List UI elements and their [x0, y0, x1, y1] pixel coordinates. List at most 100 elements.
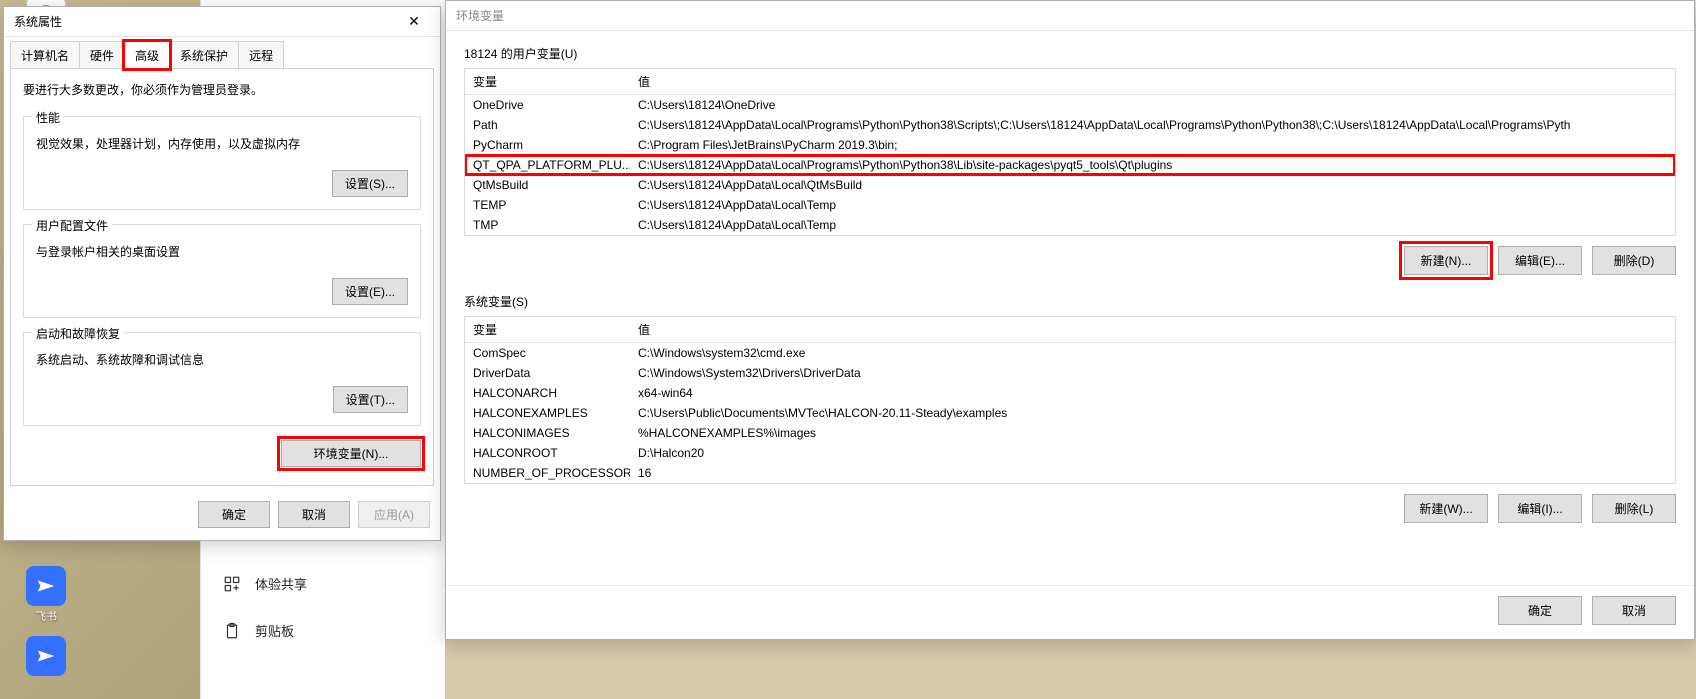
dialog-title: 环境变量: [456, 7, 504, 24]
var-value: D:\Halcon20: [630, 443, 1675, 463]
ok-button[interactable]: 确定: [198, 501, 270, 528]
sys-vars-table[interactable]: 变量 值 ComSpecC:\Windows\system32\cmd.exeD…: [464, 316, 1676, 484]
var-name: QT_QPA_PLATFORM_PLU...: [465, 155, 630, 175]
tab-advanced-body: 要进行大多数更改，你必须作为管理员登录。 性能 视觉效果，处理器计划，内存使用，…: [10, 68, 434, 486]
group-performance: 性能 视觉效果，处理器计划，内存使用，以及虚拟内存 设置(S)...: [23, 116, 421, 210]
var-value: C:\Users\18124\AppData\Local\Programs\Py…: [630, 155, 1675, 175]
group-startup-recovery: 启动和故障恢复 系统启动、系统故障和调试信息 设置(T)...: [23, 332, 421, 426]
var-value: C:\Users\18124\AppData\Local\Programs\Py…: [630, 115, 1675, 135]
tab-hardware[interactable]: 硬件: [79, 41, 125, 69]
sys-vars-label: 系统变量(S): [464, 293, 1676, 310]
table-row[interactable]: PathC:\Users\18124\AppData\Local\Program…: [465, 115, 1675, 135]
var-name: TEMP: [465, 195, 630, 215]
delete-user-var-button[interactable]: 删除(D): [1592, 246, 1676, 275]
cancel-button[interactable]: 取消: [278, 501, 350, 528]
table-row[interactable]: ComSpecC:\Windows\system32\cmd.exe: [465, 343, 1675, 363]
cancel-button[interactable]: 取消: [1592, 596, 1676, 625]
var-name: Path: [465, 115, 630, 135]
col-variable[interactable]: 变量: [465, 69, 630, 94]
user-vars-buttons: 新建(N)... 编辑(E)... 删除(D): [464, 246, 1676, 275]
new-user-var-button[interactable]: 新建(N)...: [1404, 246, 1488, 275]
profile-settings-button[interactable]: 设置(E)...: [332, 278, 408, 305]
system-properties-dialog: 系统属性 ✕ 计算机名 硬件 高级 系统保护 远程 要进行大多数更改，你必须作为…: [3, 6, 441, 541]
share-icon: [223, 575, 241, 593]
titlebar[interactable]: 系统属性 ✕: [4, 7, 440, 37]
startup-settings-button[interactable]: 设置(T)...: [333, 386, 408, 413]
table-row[interactable]: HALCONROOTD:\Halcon20: [465, 443, 1675, 463]
var-value: C:\Users\18124\AppData\Local\Temp: [630, 195, 1675, 215]
feishu-icon: [26, 636, 66, 676]
var-value: x64-win64: [630, 383, 1675, 403]
col-value[interactable]: 值: [630, 69, 1675, 94]
titlebar[interactable]: 环境变量: [446, 1, 1694, 31]
legend: 性能: [32, 109, 64, 126]
table-row[interactable]: TMPC:\Users\18124\AppData\Local\Temp: [465, 215, 1675, 235]
table-row[interactable]: QT_QPA_PLATFORM_PLU...C:\Users\18124\App…: [465, 155, 1675, 175]
var-name: HALCONARCH: [465, 383, 630, 403]
desktop-icon-feishu-2[interactable]: [16, 636, 76, 678]
feishu-icon: [26, 566, 66, 606]
dialog-title: 系统属性: [14, 13, 62, 30]
tab-strip: 计算机名 硬件 高级 系统保护 远程: [4, 37, 440, 69]
tab-advanced[interactable]: 高级: [124, 41, 170, 69]
table-row[interactable]: NUMBER_OF_PROCESSORS16: [465, 463, 1675, 483]
var-value: C:\Users\Public\Documents\MVTec\HALCON-2…: [630, 403, 1675, 423]
group-user-profile: 用户配置文件 与登录帐户相关的桌面设置 设置(E)...: [23, 224, 421, 318]
tab-system-protection[interactable]: 系统保护: [169, 41, 239, 69]
var-name: DriverData: [465, 363, 630, 383]
edit-sys-var-button[interactable]: 编辑(I)...: [1498, 494, 1582, 523]
perf-settings-button[interactable]: 设置(S)...: [332, 170, 408, 197]
table-row[interactable]: HALCONIMAGES%HALCONEXAMPLES%\images: [465, 423, 1675, 443]
group-desc: 与登录帐户相关的桌面设置: [36, 243, 408, 260]
table-row[interactable]: DriverDataC:\Windows\System32\Drivers\Dr…: [465, 363, 1675, 383]
environment-variables-dialog: 环境变量 18124 的用户变量(U) 变量 值 OneDriveC:\User…: [445, 0, 1695, 640]
settings-item-experience-share[interactable]: 体验共享: [201, 560, 445, 607]
col-variable[interactable]: 变量: [465, 317, 630, 342]
tab-remote[interactable]: 远程: [238, 41, 284, 69]
var-name: HALCONROOT: [465, 443, 630, 463]
table-row[interactable]: TEMPC:\Users\18124\AppData\Local\Temp: [465, 195, 1675, 215]
delete-sys-var-button[interactable]: 删除(L): [1592, 494, 1676, 523]
sys-vars-buttons: 新建(W)... 编辑(I)... 删除(L): [464, 494, 1676, 523]
group-desc: 视觉效果，处理器计划，内存使用，以及虚拟内存: [36, 135, 408, 152]
ok-button[interactable]: 确定: [1498, 596, 1582, 625]
var-name: HALCONIMAGES: [465, 423, 630, 443]
var-name: TMP: [465, 215, 630, 235]
user-vars-table[interactable]: 变量 值 OneDriveC:\Users\18124\OneDrivePath…: [464, 68, 1676, 236]
var-name: NUMBER_OF_PROCESSORS: [465, 463, 630, 483]
new-sys-var-button[interactable]: 新建(W)...: [1404, 494, 1488, 523]
var-name: HALCONEXAMPLES: [465, 403, 630, 423]
col-value[interactable]: 值: [630, 317, 1675, 342]
table-row[interactable]: QtMsBuildC:\Users\18124\AppData\Local\Qt…: [465, 175, 1675, 195]
edit-user-var-button[interactable]: 编辑(E)...: [1498, 246, 1582, 275]
settings-item-label: 剪贴板: [255, 621, 294, 640]
table-row[interactable]: PyCharmC:\Program Files\JetBrains\PyChar…: [465, 135, 1675, 155]
table-header: 变量 值: [465, 317, 1675, 343]
legend: 启动和故障恢复: [32, 325, 124, 342]
var-name: PyCharm: [465, 135, 630, 155]
var-value: C:\Users\18124\AppData\Local\QtMsBuild: [630, 175, 1675, 195]
var-value: %HALCONEXAMPLES%\images: [630, 423, 1675, 443]
group-desc: 系统启动、系统故障和调试信息: [36, 351, 408, 368]
table-row[interactable]: HALCONEXAMPLESC:\Users\Public\Documents\…: [465, 403, 1675, 423]
table-row[interactable]: OneDriveC:\Users\18124\OneDrive: [465, 95, 1675, 115]
legend: 用户配置文件: [32, 217, 112, 234]
close-button[interactable]: ✕: [394, 8, 434, 36]
var-value: C:\Windows\System32\Drivers\DriverData: [630, 363, 1675, 383]
settings-item-clipboard[interactable]: 剪贴板: [201, 607, 445, 654]
apply-button[interactable]: 应用(A): [358, 501, 430, 528]
dialog-footer: 确定 取消 应用(A): [4, 493, 440, 540]
desktop-icon-feishu[interactable]: 飞书: [16, 566, 76, 624]
user-vars-label: 18124 的用户变量(U): [464, 45, 1676, 62]
var-value: C:\Windows\system32\cmd.exe: [630, 343, 1675, 363]
table-header: 变量 值: [465, 69, 1675, 95]
var-value: 16: [630, 463, 1675, 483]
dialog-footer: 确定 取消: [446, 585, 1694, 639]
var-name: ComSpec: [465, 343, 630, 363]
table-row[interactable]: HALCONARCHx64-win64: [465, 383, 1675, 403]
desktop-label: 飞书: [16, 608, 76, 624]
environment-variables-button[interactable]: 环境变量(N)...: [281, 440, 421, 467]
settings-item-label: 体验共享: [255, 574, 307, 593]
tab-computer-name[interactable]: 计算机名: [10, 41, 80, 69]
close-icon: ✕: [408, 13, 420, 30]
